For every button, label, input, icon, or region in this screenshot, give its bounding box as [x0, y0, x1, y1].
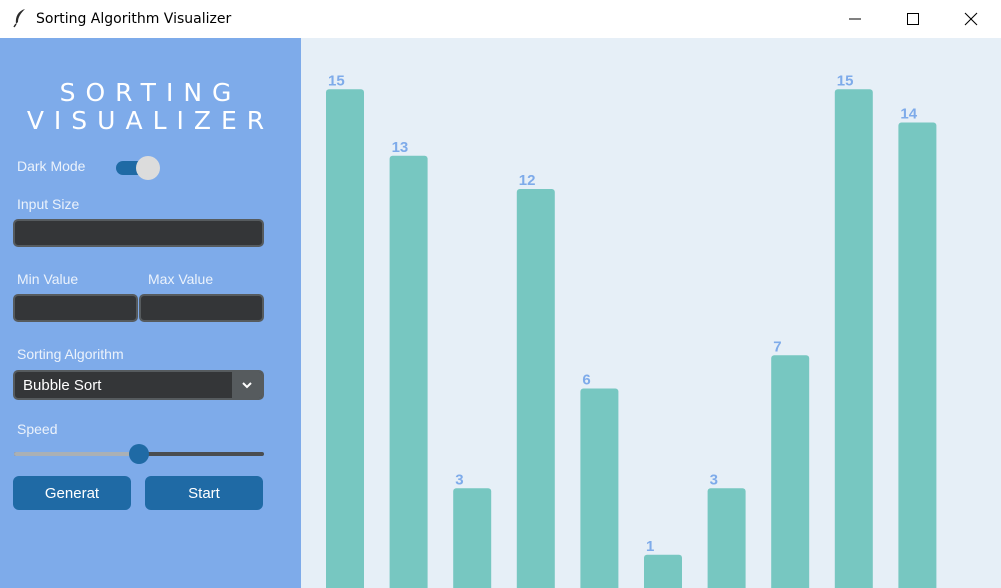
- speed-slider[interactable]: [14, 444, 264, 464]
- bar-value-label-0: 15: [328, 72, 345, 89]
- close-icon: [964, 12, 978, 26]
- bar-0: [326, 89, 364, 588]
- brand-line-1: SORTING: [59, 78, 242, 107]
- bar-4: [580, 388, 619, 588]
- window-title: Sorting Algorithm Visualizer: [36, 11, 232, 27]
- min-value-label: Min Value: [17, 271, 79, 287]
- dark-mode-label: Dark Mode: [17, 158, 86, 174]
- bar-value-label-4: 6: [582, 372, 590, 389]
- control-sidebar: SORTING VISUALIZER Dark Mode Input Size …: [0, 38, 301, 588]
- visualization-canvas: 15 13 3 12 6 1 3 7 15 14: [301, 38, 1001, 588]
- max-value-label: Max Value: [148, 271, 214, 287]
- bar-7: [771, 355, 810, 588]
- feather-icon: [13, 9, 25, 28]
- bar-value-label-5: 1: [646, 538, 654, 555]
- bar-3: [516, 189, 555, 588]
- bar-value-label-7: 7: [773, 338, 781, 355]
- bar-1: [389, 155, 428, 588]
- brand-line-2: VISUALIZER: [26, 106, 275, 135]
- algorithm-selected-value: Bubble Sort: [23, 377, 102, 394]
- bar-value-label-3: 12: [519, 172, 536, 189]
- minimize-button[interactable]: [826, 0, 884, 38]
- dark-mode-toggle[interactable]: [116, 156, 160, 180]
- bar-8: [834, 89, 873, 588]
- slider-thumb[interactable]: [129, 444, 149, 464]
- bar-9: [898, 122, 937, 588]
- bars-chart: 151331261371514: [326, 72, 937, 588]
- max-value-field[interactable]: [139, 294, 264, 322]
- dropdown-arrow-button[interactable]: [232, 372, 262, 398]
- generate-button[interactable]: Generat: [13, 476, 131, 510]
- min-value-field[interactable]: [13, 294, 138, 322]
- close-button[interactable]: [942, 0, 1000, 38]
- bar-2: [453, 488, 492, 588]
- input-size-label: Input Size: [17, 196, 80, 212]
- chevron-down-icon: [242, 381, 252, 388]
- bar-value-label-2: 3: [455, 471, 463, 488]
- speed-label: Speed: [17, 421, 58, 437]
- bar-value-label-8: 15: [837, 72, 854, 89]
- algorithm-select[interactable]: Bubble Sort: [13, 370, 264, 400]
- minimize-icon: [849, 18, 861, 20]
- toggle-knob: [136, 156, 160, 180]
- bar-value-label-9: 14: [900, 106, 917, 123]
- bar-value-label-1: 13: [392, 139, 409, 156]
- bar-6: [707, 488, 746, 588]
- maximize-button[interactable]: [884, 0, 942, 38]
- algorithm-label: Sorting Algorithm: [17, 346, 124, 362]
- maximize-icon: [907, 13, 919, 25]
- bar-5: [644, 554, 682, 588]
- bar-value-label-6: 3: [710, 471, 718, 488]
- window-titlebar: Sorting Algorithm Visualizer: [0, 0, 1001, 38]
- slider-fill: [14, 452, 139, 456]
- start-button[interactable]: Start: [145, 476, 263, 510]
- input-size-field[interactable]: [13, 219, 264, 247]
